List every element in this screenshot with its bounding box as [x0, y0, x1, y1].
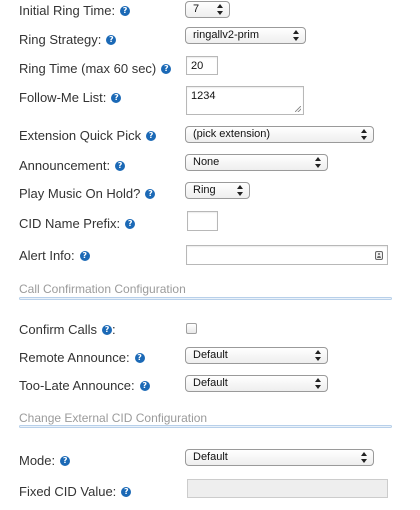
ring-time-label: Ring Time (max 60 sec)?	[19, 61, 172, 77]
alert-info-input[interactable]	[186, 245, 388, 265]
extension-quick-pick-select[interactable]: (pick extension)	[185, 126, 374, 143]
resize-grip-icon[interactable]	[295, 106, 301, 112]
updown-arrows-icon	[315, 350, 321, 361]
cid-name-prefix-input[interactable]	[187, 211, 218, 231]
updown-arrows-icon	[217, 4, 223, 15]
help-icon[interactable]: ?	[146, 131, 157, 141]
play-music-on-hold-select[interactable]: Ring	[185, 182, 250, 199]
remote-announce-select[interactable]: Default	[185, 347, 328, 364]
announcement-label: Announcement:?	[19, 158, 126, 174]
confirm-calls-checkbox[interactable]	[186, 323, 197, 334]
help-icon[interactable]: ?	[121, 487, 132, 497]
mode-label: Mode:?	[19, 453, 71, 469]
extension-quick-pick-label: Extension Quick Pick?	[19, 128, 157, 144]
help-icon[interactable]: ?	[120, 6, 131, 16]
follow-me-list-label: Follow-Me List:?	[19, 90, 122, 106]
help-icon[interactable]: ?	[139, 381, 150, 391]
external-cid-section-title: Change External CID Configuration	[19, 411, 208, 425]
announcement-select[interactable]: None	[185, 154, 328, 171]
updown-arrows-icon	[315, 157, 321, 168]
help-icon[interactable]: ?	[125, 219, 136, 229]
help-icon[interactable]: ?	[111, 93, 122, 103]
updown-arrows-icon	[361, 452, 367, 463]
mode-select[interactable]: Default	[185, 449, 374, 466]
fixed-cid-value-label: Fixed CID Value:?	[19, 484, 132, 500]
ring-strategy-label: Ring Strategy:?	[19, 32, 117, 48]
alert-info-label: Alert Info:?	[19, 248, 90, 264]
help-icon[interactable]: ?	[102, 325, 113, 335]
help-icon[interactable]: ?	[79, 251, 90, 261]
ring-strategy-select[interactable]: ringallv2-prim	[185, 27, 306, 44]
cid-name-prefix-label: CID Name Prefix:?	[19, 216, 136, 232]
ring-time-input[interactable]: 20	[186, 56, 218, 75]
remote-announce-label: Remote Announce:?	[19, 350, 145, 366]
updown-arrows-icon	[237, 185, 243, 196]
follow-me-list-textarea[interactable]: 1234	[186, 86, 304, 115]
help-icon[interactable]: ?	[106, 35, 117, 45]
fixed-cid-value-input[interactable]	[187, 479, 388, 498]
help-icon[interactable]: ?	[145, 189, 156, 199]
updown-arrows-icon	[293, 30, 299, 41]
help-icon[interactable]: ?	[115, 161, 126, 171]
too-late-announce-select[interactable]: Default	[185, 375, 328, 392]
too-late-announce-label: Too-Late Announce:?	[19, 378, 150, 394]
confirm-calls-label: Confirm Calls?:	[19, 322, 116, 337]
initial-ring-time-select[interactable]: 7	[185, 1, 230, 18]
updown-arrows-icon	[361, 129, 367, 140]
contact-card-icon[interactable]	[375, 251, 383, 260]
help-icon[interactable]: ?	[134, 353, 145, 363]
section-divider	[19, 297, 392, 300]
play-music-on-hold-label: Play Music On Hold??	[19, 186, 156, 202]
section-divider	[19, 425, 392, 428]
call-confirmation-section-title: Call Confirmation Configuration	[19, 282, 186, 296]
updown-arrows-icon	[315, 378, 321, 389]
help-icon[interactable]: ?	[161, 64, 172, 74]
help-icon[interactable]: ?	[60, 456, 71, 466]
initial-ring-time-label: Initial Ring Time:?	[19, 3, 131, 19]
